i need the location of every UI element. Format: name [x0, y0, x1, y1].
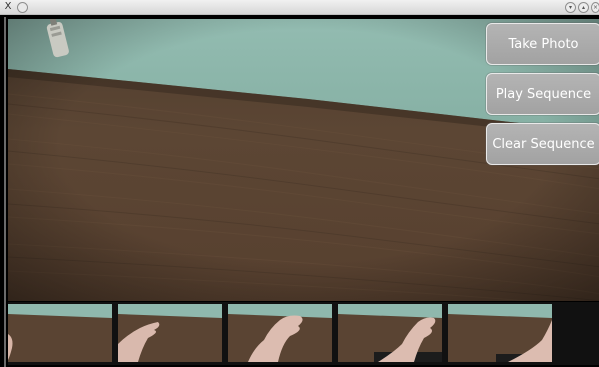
- close-icon[interactable]: ×: [591, 2, 599, 13]
- maximize-icon[interactable]: ▴: [578, 2, 589, 13]
- play-sequence-button[interactable]: Play Sequence: [486, 73, 599, 115]
- sequence-thumb-3[interactable]: [228, 304, 332, 362]
- window-content: Take Photo Play Sequence Clear Sequence: [4, 17, 599, 367]
- take-photo-button[interactable]: Take Photo: [486, 23, 599, 65]
- window-menu-icon[interactable]: [17, 2, 28, 13]
- sequence-thumb-5[interactable]: [448, 304, 552, 362]
- app-window: Take Photo Play Sequence Clear Sequence: [0, 15, 599, 367]
- camera-preview: Take Photo Play Sequence Clear Sequence: [8, 19, 599, 301]
- window-titlebar[interactable]: X ▾ ▴ ×: [0, 0, 599, 15]
- clear-sequence-button[interactable]: Clear Sequence: [486, 123, 599, 165]
- minimize-icon[interactable]: ▾: [565, 2, 576, 13]
- sequence-thumb-2[interactable]: [118, 304, 222, 362]
- sequence-thumb-1[interactable]: [8, 304, 112, 362]
- app-x-icon: X: [4, 1, 12, 12]
- sequence-strip: [8, 302, 599, 365]
- sequence-thumb-4[interactable]: [338, 304, 442, 362]
